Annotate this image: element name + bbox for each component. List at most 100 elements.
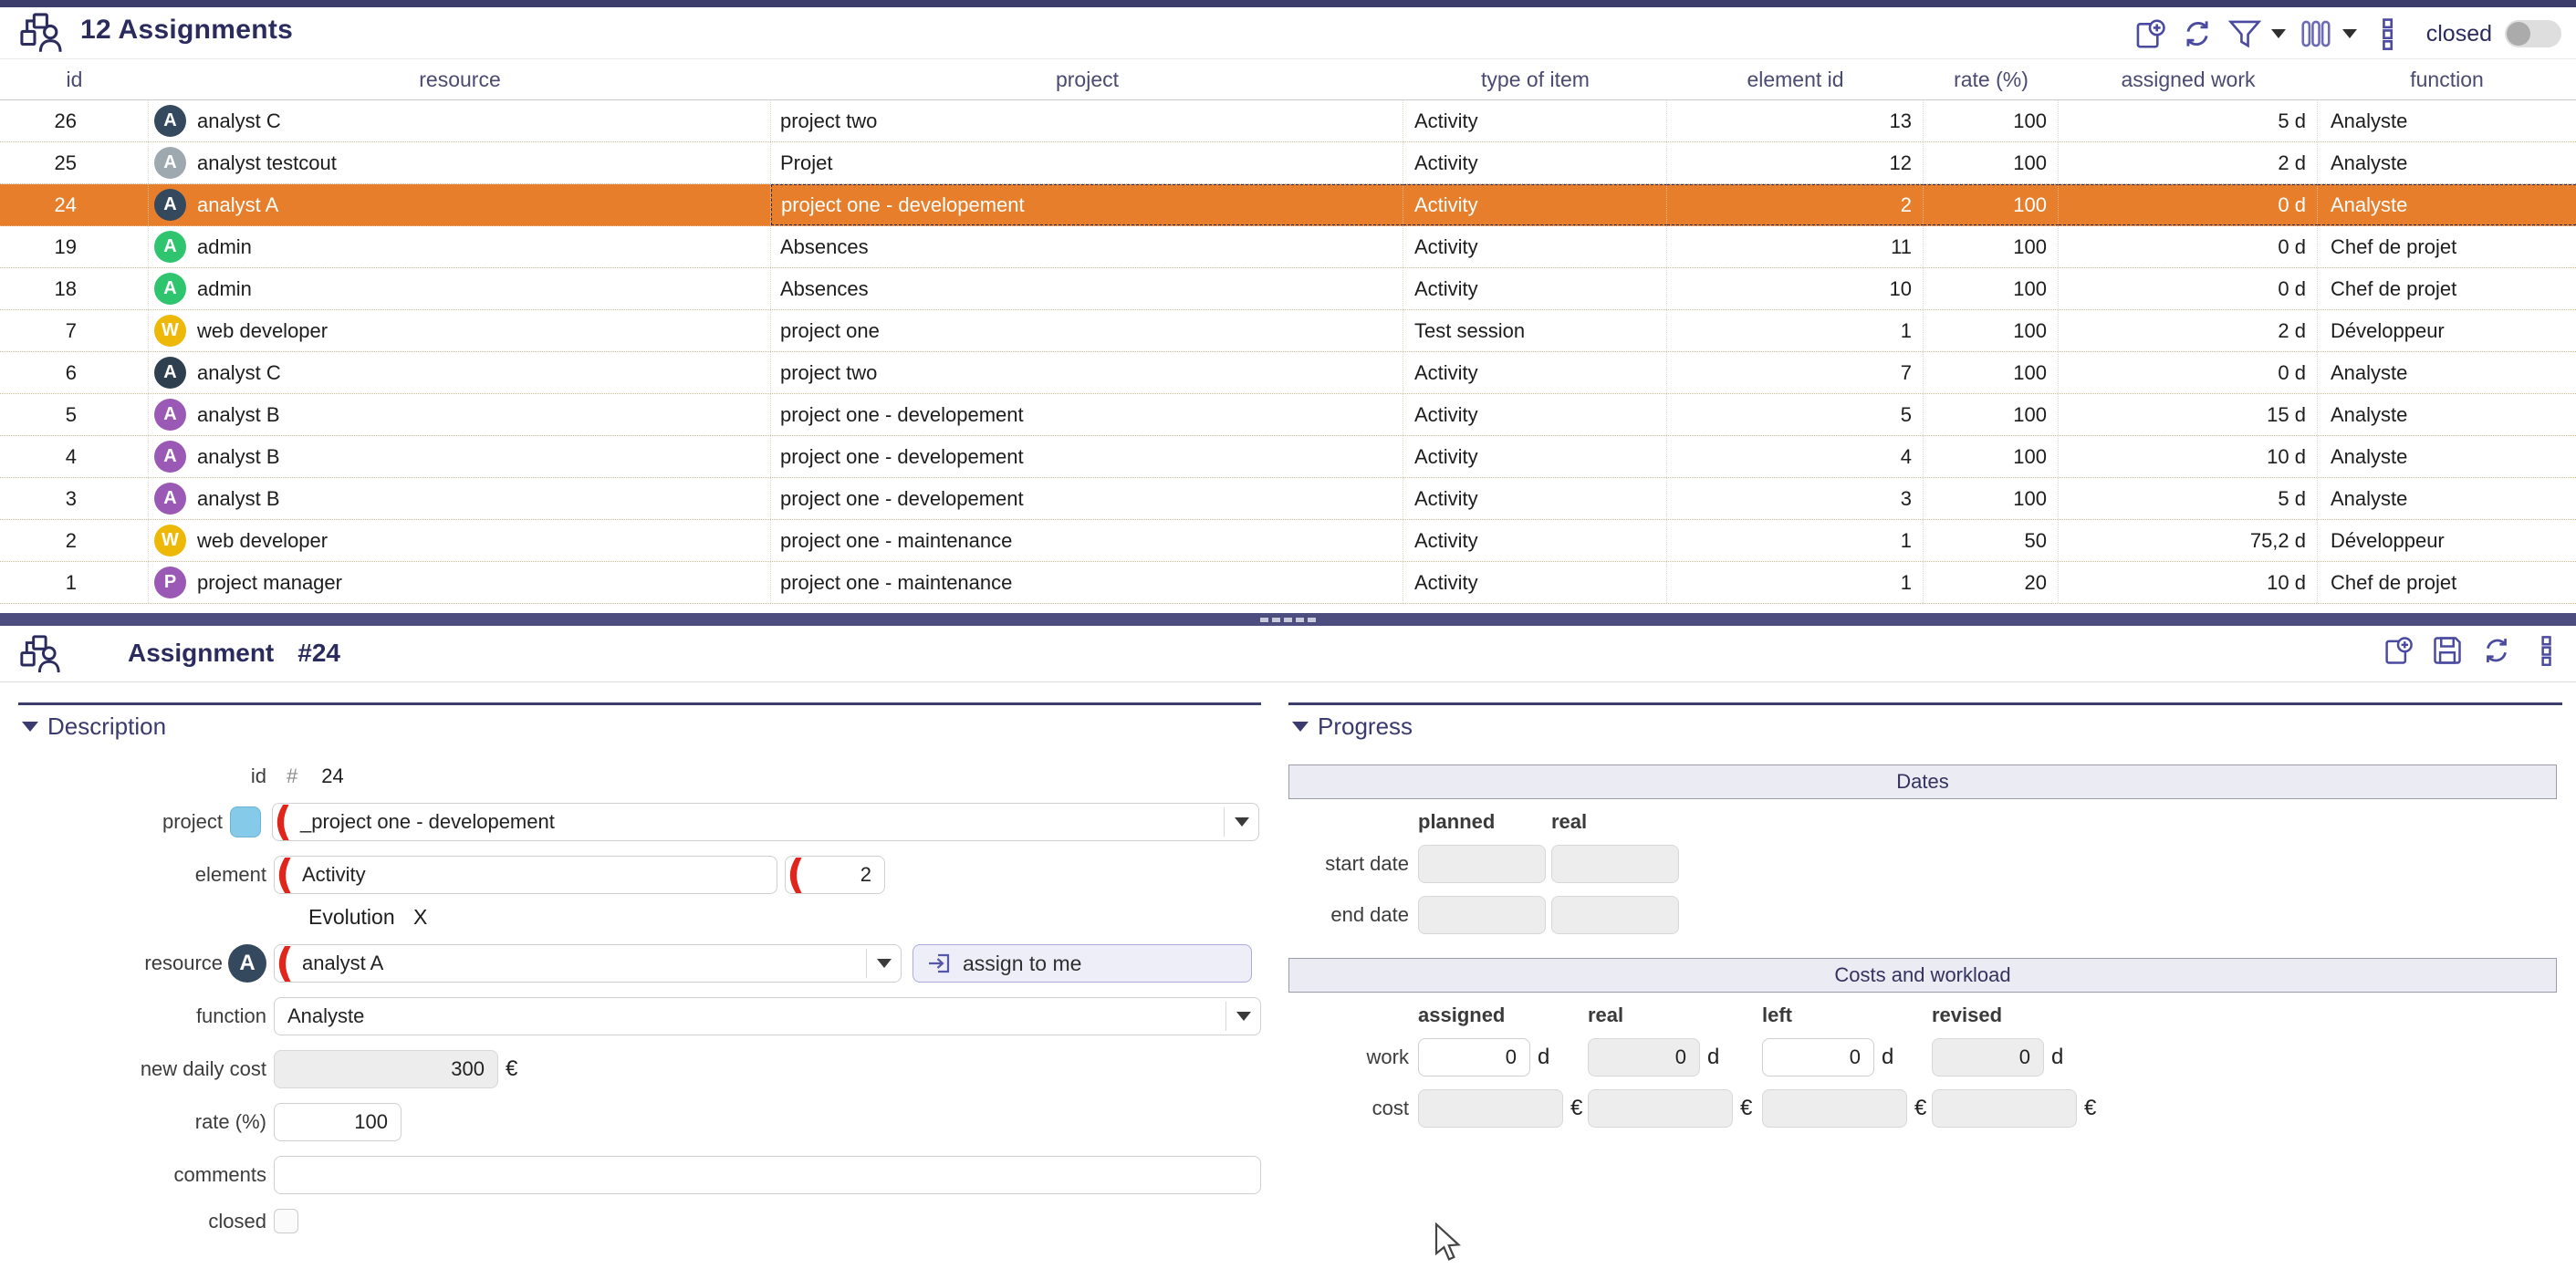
cell-resource: A admin xyxy=(149,226,771,267)
cell-type: Activity xyxy=(1403,562,1667,603)
table-row[interactable]: 7 W web developer project one Test sessi… xyxy=(0,310,2576,352)
column-header-function[interactable]: function xyxy=(2318,59,2576,99)
project-select[interactable]: ( _project one - developement xyxy=(272,798,1259,845)
cell-element-id: 7 xyxy=(1667,352,1924,393)
column-header-id[interactable]: id xyxy=(0,59,149,99)
table-row[interactable]: 19 A admin Absences Activity 11 100 0 d … xyxy=(0,226,2576,268)
cell-id: 6 xyxy=(0,352,149,393)
resource-avatar: W xyxy=(154,525,186,556)
dates-group-header: Dates xyxy=(1288,765,2557,799)
cost-left-input xyxy=(1762,1089,1907,1128)
resource-avatar: A xyxy=(154,105,186,137)
real-column-header: real xyxy=(1588,1004,1624,1026)
resource-avatar: A xyxy=(154,189,186,221)
columns-icon[interactable] xyxy=(2299,16,2333,51)
costs-group-header: Costs and workload xyxy=(1288,958,2557,993)
project-color-swatch[interactable] xyxy=(230,806,261,837)
table-row[interactable]: 2 W web developer project one - maintena… xyxy=(0,520,2576,562)
dropdown-caret-icon[interactable] xyxy=(1225,1002,1260,1031)
cell-resource: A analyst testcout xyxy=(149,142,771,183)
description-section: Description id # 24 project ( _project o… xyxy=(18,702,1261,1250)
daily-cost-label: new daily cost xyxy=(140,1057,266,1080)
assign-to-me-button[interactable]: assign to me xyxy=(913,944,1252,983)
kebab-menu-icon[interactable] xyxy=(2370,16,2404,51)
table-row[interactable]: 25 A analyst testcout Projet Activity 12… xyxy=(0,142,2576,184)
table-row[interactable]: 5 A analyst B project one - developement… xyxy=(0,394,2576,436)
resource-name: analyst B xyxy=(197,486,280,510)
add-icon[interactable] xyxy=(2133,16,2167,51)
cell-assigned-work: 5 d xyxy=(2059,478,2318,519)
progress-section-toggle[interactable]: Progress xyxy=(1288,705,2562,744)
columns-caret-icon[interactable] xyxy=(2341,29,2357,38)
work-revised-input xyxy=(1932,1038,2044,1077)
work-assigned-input[interactable] xyxy=(1418,1038,1530,1077)
start-date-real-input xyxy=(1551,845,1679,883)
table-row[interactable]: 24 A analyst A project one - developemen… xyxy=(0,184,2576,226)
cell-rate: 20 xyxy=(1924,562,2059,603)
table-row[interactable]: 6 A analyst C project two Activity 7 100… xyxy=(0,352,2576,394)
cell-element-id: 4 xyxy=(1667,436,1924,477)
cell-assigned-work: 10 d xyxy=(2059,436,2318,477)
refresh-icon[interactable] xyxy=(2180,16,2215,51)
panel-splitter[interactable] xyxy=(0,613,2576,626)
element-link[interactable]: Evolution xyxy=(308,905,395,929)
table-row[interactable]: 3 A analyst B project one - developement… xyxy=(0,478,2576,520)
cell-project: project one - developement xyxy=(771,394,1403,435)
column-header-element-id[interactable]: element id xyxy=(1667,59,1924,99)
resource-avatar: A xyxy=(154,231,186,263)
column-header-resource[interactable]: resource xyxy=(149,59,771,99)
column-header-project[interactable]: project xyxy=(771,59,1403,99)
element-id-field[interactable]: ( 2 xyxy=(785,851,885,898)
cell-type: Activity xyxy=(1403,520,1667,561)
refresh-icon[interactable] xyxy=(2479,633,2514,668)
work-left-input[interactable] xyxy=(1762,1038,1874,1077)
resource-avatar: A xyxy=(154,399,186,431)
table-row[interactable]: 1 P project manager project one - mainte… xyxy=(0,562,2576,604)
cell-function: Analyste xyxy=(2331,402,2408,426)
cell-project: project one xyxy=(771,310,1403,351)
save-icon[interactable] xyxy=(2430,633,2465,668)
toggle-knob xyxy=(2507,22,2530,46)
filter-icon[interactable] xyxy=(2227,16,2262,51)
column-header-type[interactable]: type of item xyxy=(1403,59,1667,99)
closed-toggle[interactable] xyxy=(2505,20,2561,47)
function-select[interactable]: Analyste xyxy=(274,997,1261,1035)
kebab-menu-icon[interactable] xyxy=(2529,633,2563,668)
description-section-toggle[interactable]: Description xyxy=(18,705,1261,744)
element-clear-button[interactable]: X xyxy=(413,905,427,929)
resource-select[interactable]: ( analyst A xyxy=(274,940,902,986)
resource-avatar: A xyxy=(154,441,186,473)
cell-function: Chef de projet xyxy=(2331,570,2457,594)
filter-caret-icon[interactable] xyxy=(2270,29,2286,38)
cell-rate: 100 xyxy=(1924,478,2059,519)
dropdown-caret-icon[interactable] xyxy=(1224,807,1258,837)
page-title: 12 Assignments xyxy=(80,15,294,45)
projeqtor-app: 12 Assignments closed id resource projec… xyxy=(0,0,2576,1269)
resource-name: admin xyxy=(197,234,252,258)
euro-sign: € xyxy=(506,1056,518,1081)
cell-assigned-work: 10 d xyxy=(2059,562,2318,603)
column-header-assigned-work[interactable]: assigned work xyxy=(2059,59,2318,99)
resource-avatar: A xyxy=(154,483,186,515)
element-type-field[interactable]: ( Activity xyxy=(274,851,777,898)
assigned-column-header: assigned xyxy=(1418,1004,1506,1026)
cell-type: Activity xyxy=(1403,268,1667,309)
resource-name: analyst B xyxy=(197,444,280,468)
cell-id: 2 xyxy=(0,520,149,561)
comments-input[interactable] xyxy=(274,1156,1261,1194)
add-icon[interactable] xyxy=(2381,633,2415,668)
table-row[interactable]: 4 A analyst B project one - developement… xyxy=(0,436,2576,478)
column-header-rate[interactable]: rate (%) xyxy=(1924,59,2059,99)
cell-rate: 100 xyxy=(1924,184,2059,225)
table-row[interactable]: 18 A admin Absences Activity 10 100 0 d … xyxy=(0,268,2576,310)
resource-name: web developer xyxy=(197,318,329,342)
closed-checkbox[interactable] xyxy=(274,1209,298,1233)
dropdown-caret-icon[interactable] xyxy=(866,949,901,978)
cell-assigned-work: 0 d xyxy=(2059,352,2318,393)
cell-assigned-work: 0 d xyxy=(2059,268,2318,309)
cell-id: 3 xyxy=(0,478,149,519)
rate-input[interactable] xyxy=(274,1103,402,1141)
table-row[interactable]: 26 A analyst C project two Activity 13 1… xyxy=(0,100,2576,142)
cell-assigned-work: 2 d xyxy=(2059,142,2318,183)
cell-element-id: 11 xyxy=(1667,226,1924,267)
